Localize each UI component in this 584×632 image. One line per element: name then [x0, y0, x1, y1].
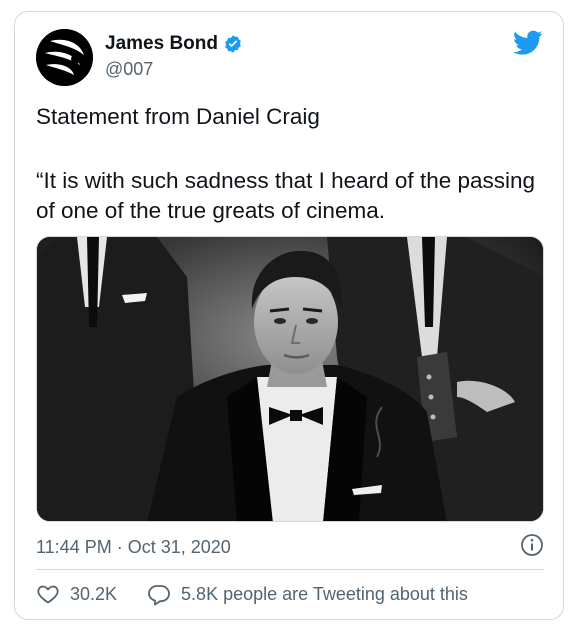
conversation-link[interactable]: 5.8K people are Tweeting about this	[147, 582, 468, 606]
tweet-media-photo[interactable]	[36, 236, 544, 522]
avatar[interactable]	[36, 29, 93, 86]
reply-bubble-icon	[148, 585, 170, 606]
like-button[interactable]: 30.2K	[36, 582, 117, 606]
twitter-bird-icon[interactable]	[513, 30, 543, 56]
info-icon[interactable]	[520, 533, 544, 557]
author-name-row[interactable]: James Bond	[105, 33, 243, 55]
tweet-line-statement: Statement from Daniel Craig	[36, 104, 320, 129]
tweet-card: James Bond @007 Statement from Daniel Cr…	[14, 11, 564, 620]
author-name[interactable]: James Bond	[105, 33, 218, 55]
verified-badge-icon	[225, 35, 241, 53]
tweet-timestamp[interactable]: 11:44 PM · Oct 31, 2020	[36, 537, 231, 558]
like-count: 30.2K	[70, 583, 118, 604]
007-logo-icon	[36, 29, 93, 86]
heart-icon	[37, 585, 59, 604]
conversation-text: 5.8K people are Tweeting about this	[181, 583, 468, 604]
tweet-text: Statement from Daniel Craig “It is with …	[36, 102, 548, 226]
tuxedo-portrait-image	[37, 237, 543, 521]
tweet-actions: 30.2K 5.8K people are Tweeting about thi…	[36, 582, 468, 606]
author-handle[interactable]: @007	[105, 59, 153, 80]
divider	[36, 569, 544, 570]
tweet-line-quote: “It is with such sadness that I heard of…	[36, 168, 536, 223]
